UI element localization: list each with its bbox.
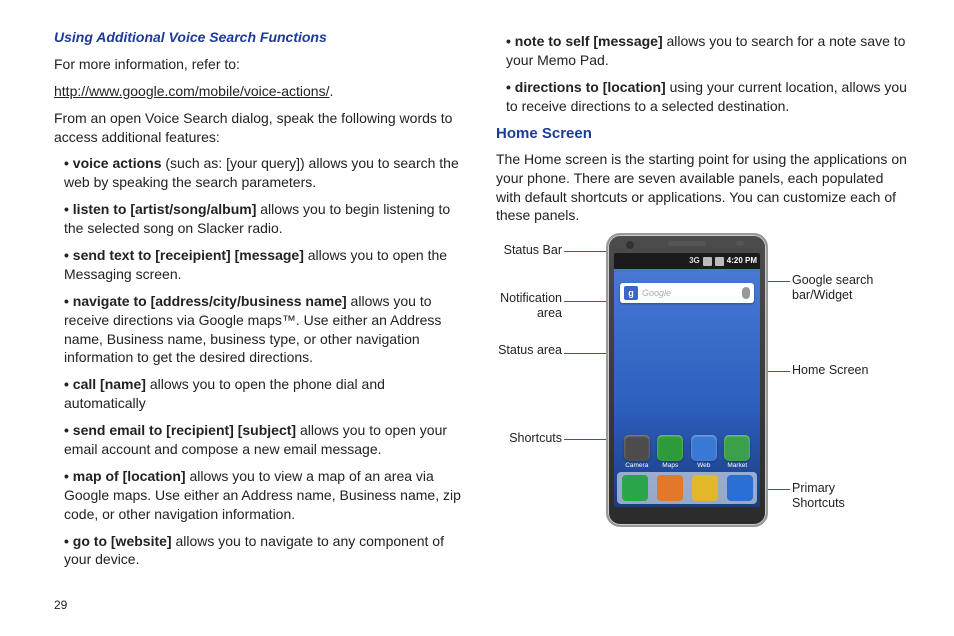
google-g-icon: g — [624, 286, 638, 300]
instruction-text: From an open Voice Search dialog, speak … — [54, 109, 466, 147]
phone-statusbar: 3G 4:20 PM — [614, 253, 760, 269]
signal-icon — [703, 257, 712, 266]
microphone-icon — [742, 287, 750, 299]
label-status-bar: Status Bar — [496, 243, 562, 258]
app-shortcut-camera: Camera — [624, 435, 650, 470]
link-line: http://www.google.com/mobile/voice-actio… — [54, 82, 466, 101]
voice-commands-list-continued: note to self [message] allows you to sea… — [496, 32, 908, 116]
label-primary-shortcuts: Primary Shortcuts — [792, 481, 886, 511]
label-home-screen: Home Screen — [792, 363, 886, 378]
label-search-widget: Google search bar/Widget — [792, 273, 886, 303]
camera-dot-icon — [626, 241, 634, 249]
status-time: 4:20 PM — [727, 256, 757, 267]
heading-voice-search: Using Additional Voice Search Functions — [54, 28, 466, 47]
right-column: note to self [message] allows you to sea… — [496, 28, 908, 588]
phone-icon — [622, 475, 648, 501]
list-item: navigate to [address/city/business name]… — [64, 292, 466, 368]
home-screen-diagram: Status Bar Notification area Status area… — [496, 233, 886, 533]
app-shortcut-maps: Maps — [657, 435, 683, 470]
list-item: note to self [message] allows you to sea… — [506, 32, 908, 70]
phone-screen: 3G 4:20 PM g Google Camera — [614, 253, 760, 507]
phone-device: 3G 4:20 PM g Google Camera — [606, 233, 768, 527]
list-item: listen to [artist/song/album] allows you… — [64, 200, 466, 238]
intro-text: For more information, refer to: — [54, 55, 466, 74]
apps-grid-icon — [727, 475, 753, 501]
search-placeholder: Google — [642, 286, 738, 300]
list-item: send text to [receipient] [message] allo… — [64, 246, 466, 284]
maps-app-icon — [657, 435, 683, 461]
network-indicator: 3G — [689, 256, 700, 267]
voice-commands-list: voice actions (such as: [your query]) al… — [54, 154, 466, 569]
heading-home-screen: Home Screen — [496, 124, 908, 144]
app-shortcut-web: Web — [691, 435, 717, 470]
google-search-bar: g Google — [620, 283, 754, 303]
home-screen-body: The Home screen is the starting point fo… — [496, 150, 908, 226]
primary-shortcut-row — [617, 472, 757, 504]
battery-icon — [715, 257, 724, 266]
label-shortcuts: Shortcuts — [496, 431, 562, 446]
web-app-icon — [691, 435, 717, 461]
label-notification-area: Notification area — [496, 291, 562, 321]
voice-actions-link[interactable]: http://www.google.com/mobile/voice-actio… — [54, 83, 329, 99]
left-column: Using Additional Voice Search Functions … — [54, 28, 466, 588]
camera-app-icon — [624, 435, 650, 461]
messaging-icon — [692, 475, 718, 501]
speaker-icon — [668, 241, 706, 246]
contacts-icon — [657, 475, 683, 501]
list-item: directions to [location] using your curr… — [506, 78, 908, 116]
app-shortcut-market: Market — [724, 435, 750, 470]
page-number: 29 — [0, 598, 954, 612]
list-item: send email to [recipient] [subject] allo… — [64, 421, 466, 459]
list-item: call [name] allows you to open the phone… — [64, 375, 466, 413]
label-status-area: Status area — [496, 343, 562, 358]
shortcut-row: Camera Maps Web Market — [620, 435, 754, 470]
list-item: voice actions (such as: [your query]) al… — [64, 154, 466, 192]
market-app-icon — [724, 435, 750, 461]
sensor-icon — [736, 241, 744, 246]
list-item: go to [website] allows you to navigate t… — [64, 532, 466, 570]
list-item: map of [location] allows you to view a m… — [64, 467, 466, 524]
